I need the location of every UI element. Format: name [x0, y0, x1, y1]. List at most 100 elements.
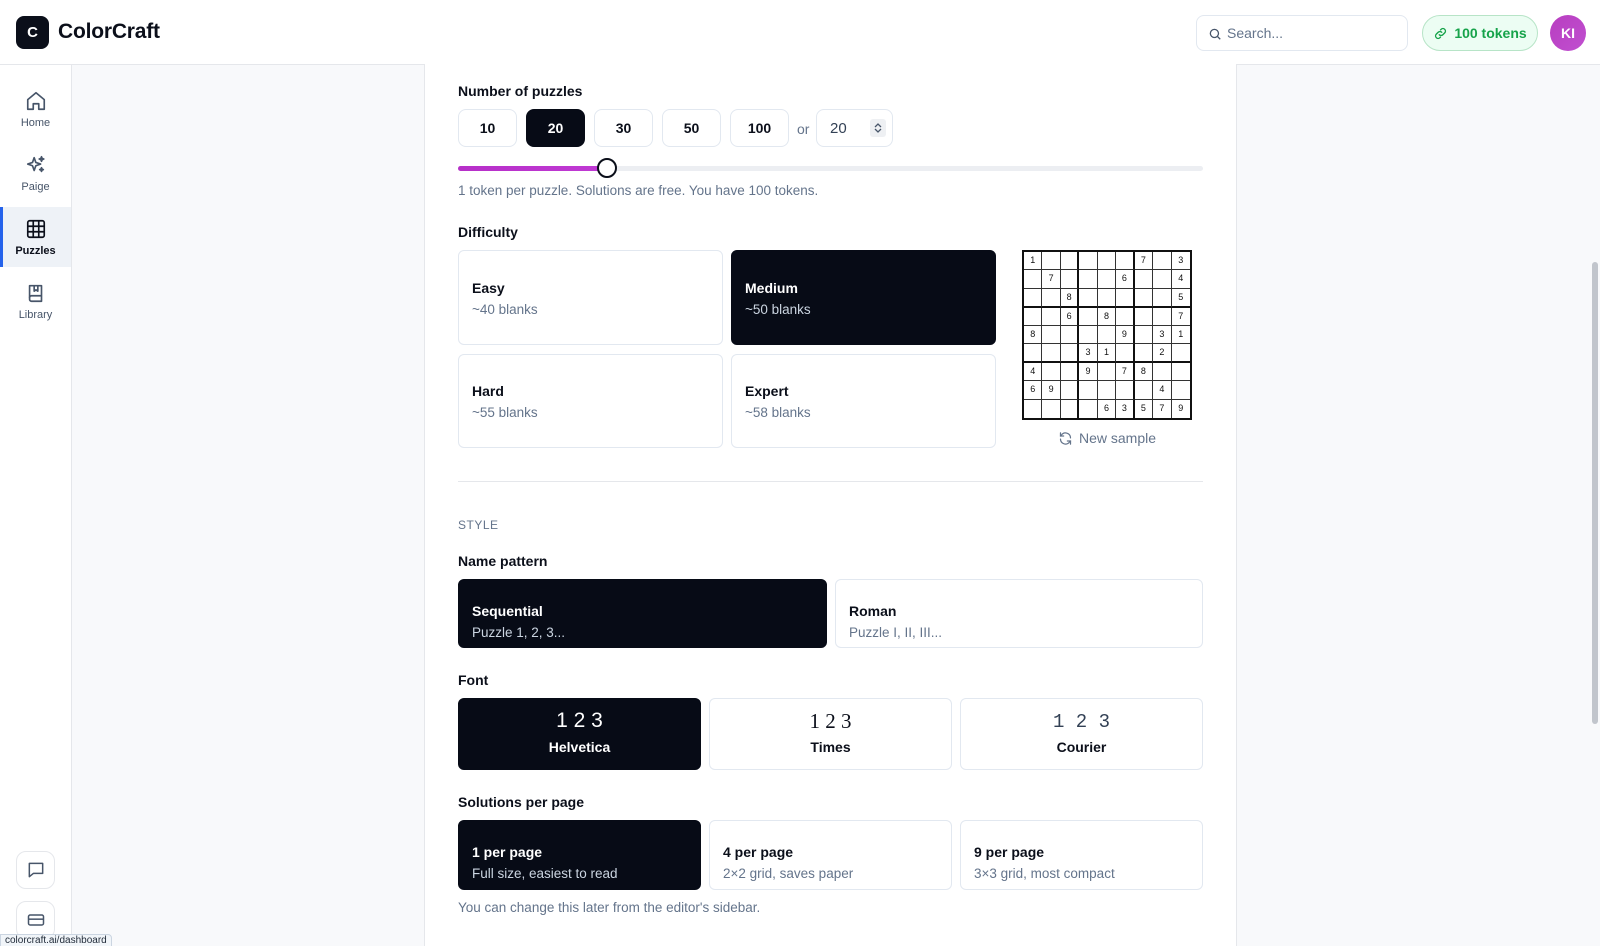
difficulty-sub: ~55 blanks: [472, 405, 538, 420]
count-option-100[interactable]: 100: [730, 109, 789, 147]
difficulty-sub: ~58 blanks: [745, 405, 811, 420]
font-courier[interactable]: 1 2 3 Courier: [960, 698, 1203, 770]
sudoku-cell: 3: [1153, 325, 1172, 345]
difficulty-title: Medium: [745, 280, 798, 296]
sudoku-cell: [1171, 344, 1190, 364]
solutions-4-per-page[interactable]: 4 per page 2×2 grid, saves paper: [709, 820, 952, 890]
solutions-hint: You can change this later from the edito…: [458, 900, 761, 915]
sparkles-icon: [26, 155, 45, 172]
sudoku-cell: 8: [1097, 307, 1117, 326]
sudoku-preview: 173764856878931312497869463579: [1022, 250, 1192, 420]
difficulty-hard[interactable]: Hard ~55 blanks: [458, 354, 723, 448]
sudoku-cell: [1171, 381, 1190, 400]
top-bar: C ColorCraft 100 tokens KI: [0, 0, 1600, 65]
sudoku-cell: [1024, 270, 1043, 289]
font-label: Font: [458, 672, 489, 688]
font-sample: 1 2 3: [809, 709, 852, 733]
scrollbar[interactable]: [1592, 262, 1598, 724]
count-option-30[interactable]: 30: [594, 109, 653, 147]
sudoku-cell: [1134, 307, 1154, 326]
sudoku-cell: [1097, 270, 1117, 289]
sudoku-cell: [1116, 344, 1135, 364]
sudoku-cell: [1042, 288, 1061, 308]
difficulty-title: Easy: [472, 280, 505, 296]
count-option-20[interactable]: 20: [526, 109, 585, 147]
font-times[interactable]: 1 2 3 Times: [709, 698, 952, 770]
name-pattern-roman[interactable]: Roman Puzzle I, II, III...: [835, 579, 1203, 648]
sudoku-cell: 6: [1024, 381, 1043, 400]
sudoku-cell: [1116, 252, 1135, 271]
sudoku-cell: [1079, 288, 1098, 308]
sudoku-cell: 4: [1024, 363, 1043, 382]
font-sample: 1 2 3: [1052, 711, 1110, 733]
sidebar-item-home[interactable]: Home: [0, 79, 71, 139]
difficulty-sub: ~40 blanks: [472, 302, 538, 317]
sudoku-cell: [1097, 363, 1117, 382]
tokens-badge[interactable]: 100 tokens: [1422, 15, 1538, 51]
sidebar-item-label: Home: [20, 116, 51, 129]
sudoku-cell: [1153, 270, 1172, 289]
sudoku-cell: [1079, 399, 1098, 418]
custom-count-input[interactable]: 20: [816, 109, 893, 147]
sudoku-cell: [1042, 344, 1061, 364]
count-slider[interactable]: [458, 158, 1203, 178]
sudoku-cell: 3: [1116, 399, 1135, 418]
sudoku-cell: [1116, 381, 1135, 400]
sudoku-cell: [1134, 288, 1154, 308]
solutions-sub: Full size, easiest to read: [472, 866, 618, 881]
difficulty-easy[interactable]: Easy ~40 blanks: [458, 250, 723, 345]
font-helvetica[interactable]: 1 2 3 Helvetica: [458, 698, 701, 770]
sidebar-item-label: Library: [18, 308, 53, 321]
difficulty-expert[interactable]: Expert ~58 blanks: [731, 354, 996, 448]
count-stepper[interactable]: [870, 119, 886, 137]
solutions-title: 4 per page: [723, 844, 794, 860]
sudoku-cell: [1079, 270, 1098, 289]
new-sample-label: New sample: [1079, 430, 1157, 446]
name-pattern-sub: Puzzle 1, 2, 3...: [472, 625, 566, 640]
book-icon: [28, 284, 42, 302]
sudoku-cell: 7: [1134, 252, 1154, 271]
solutions-1-per-page[interactable]: 1 per page Full size, easiest to read: [458, 820, 701, 890]
slider-thumb[interactable]: [597, 158, 617, 178]
sudoku-cell: [1097, 252, 1117, 271]
sudoku-cell: [1097, 288, 1117, 308]
sidebar-item-paige[interactable]: Paige: [0, 143, 71, 203]
sidebar-item-puzzles[interactable]: Puzzles: [0, 207, 71, 267]
count-option-50[interactable]: 50: [662, 109, 721, 147]
sudoku-cell: 9: [1079, 363, 1098, 382]
name-pattern-title: Sequential: [472, 603, 543, 619]
slider-fill: [458, 166, 607, 171]
chevron-down-icon: [874, 128, 882, 133]
sidebar-item-label: Puzzles: [15, 244, 56, 257]
sidebar-item-library[interactable]: Library: [0, 271, 71, 331]
solutions-9-per-page[interactable]: 9 per page 3×3 grid, most compact: [960, 820, 1203, 890]
or-label: or: [797, 121, 810, 137]
difficulty-sub: ~50 blanks: [745, 302, 811, 317]
refresh-icon: [1059, 431, 1072, 445]
sudoku-cell: [1024, 307, 1043, 326]
chat-button[interactable]: [16, 851, 55, 889]
sudoku-cell: [1024, 288, 1043, 308]
sudoku-cell: [1024, 399, 1043, 418]
font-name: Times: [810, 739, 851, 755]
status-url: colorcraft.ai/dashboard: [0, 934, 112, 946]
sudoku-cell: 4: [1171, 270, 1190, 289]
font-name: Helvetica: [548, 739, 611, 755]
app-name[interactable]: ColorCraft: [58, 20, 160, 44]
sudoku-cell: [1024, 344, 1043, 364]
search-box[interactable]: [1196, 15, 1408, 51]
count-option-10[interactable]: 10: [458, 109, 517, 147]
sudoku-cell: [1134, 381, 1154, 400]
count-hint: 1 token per puzzle. Solutions are free. …: [458, 183, 819, 198]
sudoku-cell: [1153, 363, 1172, 382]
search-input[interactable]: [1227, 16, 1403, 50]
sudoku-cell: 6: [1116, 270, 1135, 289]
app-logo[interactable]: C: [16, 16, 49, 49]
new-sample-button[interactable]: New sample: [1058, 430, 1156, 446]
avatar[interactable]: KI: [1550, 15, 1586, 51]
name-pattern-sequential[interactable]: Sequential Puzzle 1, 2, 3...: [458, 579, 827, 648]
sudoku-cell: [1042, 399, 1061, 418]
sudoku-cell: [1079, 381, 1098, 400]
difficulty-medium[interactable]: Medium ~50 blanks: [731, 250, 996, 345]
sudoku-cell: 4: [1153, 381, 1172, 400]
